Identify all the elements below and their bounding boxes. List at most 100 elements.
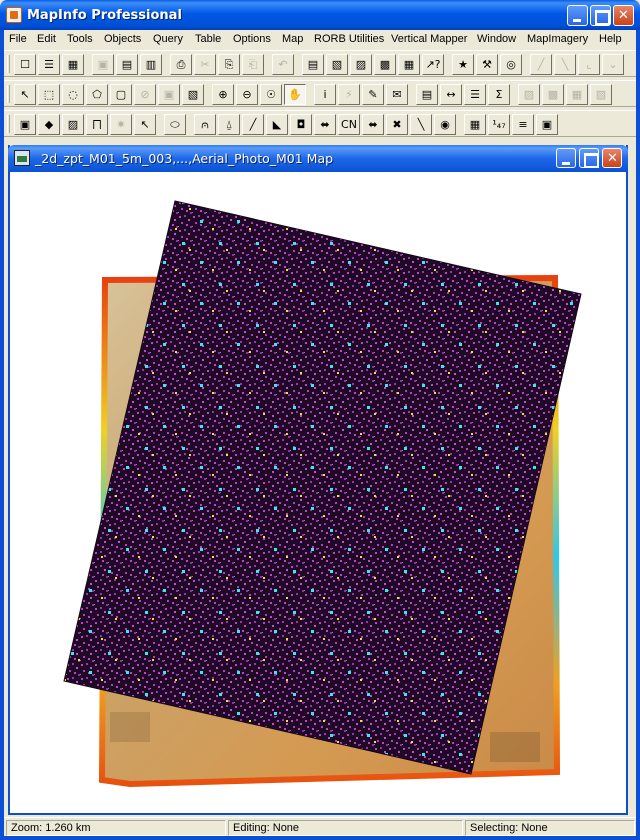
info-tool-button[interactable]: i: [314, 84, 336, 105]
minimize-button[interactable]: [567, 5, 588, 26]
disabled-tool-7-button[interactable]: ▦: [566, 84, 588, 105]
disabled-tool-6-button[interactable]: ▩: [542, 84, 564, 105]
menu-query[interactable]: Query: [153, 33, 183, 45]
statistics-button[interactable]: Σ: [488, 84, 510, 105]
new-grapher-button[interactable]: ▨: [350, 54, 372, 75]
vm-tool-22-button[interactable]: ▣: [536, 114, 558, 135]
save-button[interactable]: ▣: [92, 54, 114, 75]
copy-button[interactable]: ⎘: [218, 54, 240, 75]
disabled-tool-3-button[interactable]: ⌞: [578, 54, 600, 75]
drag-window-button[interactable]: ✉: [386, 84, 408, 105]
toolbar-grip[interactable]: [7, 85, 10, 103]
vm-tool-20-button[interactable]: ¹₄₇: [488, 114, 510, 135]
status-zoom[interactable]: Zoom: 1.260 km: [6, 820, 226, 836]
menu-objects[interactable]: Objects: [104, 33, 141, 45]
map-window-icon[interactable]: [14, 150, 30, 166]
polygon-select-button[interactable]: ⬠: [86, 84, 108, 105]
hotlink-button[interactable]: ⚡: [338, 84, 360, 105]
menu-file[interactable]: File: [9, 33, 27, 45]
open-table-button[interactable]: ☰: [38, 54, 60, 75]
boundary-select-button[interactable]: ▢: [110, 84, 132, 105]
vm-tool-16-button[interactable]: ✖: [386, 114, 408, 135]
legend-button[interactable]: ☰: [464, 84, 486, 105]
menu-tools[interactable]: Tools: [67, 33, 93, 45]
vm-tool-4-button[interactable]: ⨅: [86, 114, 108, 135]
vm-tool-17-button[interactable]: ╲: [410, 114, 432, 135]
vm-tool-10-button[interactable]: ╱: [242, 114, 264, 135]
menu-help[interactable]: Help: [599, 33, 622, 45]
vm-tool-18-button[interactable]: ◉: [434, 114, 456, 135]
new-mapper-button[interactable]: ▧: [326, 54, 348, 75]
vm-tool-8-button[interactable]: ⩀: [194, 114, 216, 135]
vm-tool-6-button[interactable]: ↖: [134, 114, 156, 135]
vm-tool-11-button[interactable]: ◣: [266, 114, 288, 135]
new-browser-button[interactable]: ▤: [302, 54, 324, 75]
save-workspace-button[interactable]: ▤: [116, 54, 138, 75]
invert-selection-button[interactable]: ▣: [158, 84, 180, 105]
disabled-tool-5-button[interactable]: ▨: [518, 84, 540, 105]
vm-tool-15-button[interactable]: ⬌: [362, 114, 384, 135]
vm-tool-5-button[interactable]: ✷: [110, 114, 132, 135]
disabled-tool-4-button[interactable]: ⌄: [602, 54, 624, 75]
zoom-in-button[interactable]: ⊕: [212, 84, 234, 105]
open-workspace-button[interactable]: ▦: [62, 54, 84, 75]
change-view-button[interactable]: ☉: [260, 84, 282, 105]
menu-vertical-mapper[interactable]: Vertical Mapper: [391, 33, 467, 45]
menu-rorb-utilities[interactable]: RORB Utilities: [314, 33, 384, 45]
toolbar-grip[interactable]: [7, 55, 10, 73]
disabled-tool-2-button[interactable]: ╲: [554, 54, 576, 75]
vm-tool-21-button[interactable]: ≡: [512, 114, 534, 135]
maximize-button[interactable]: [590, 5, 611, 26]
map-minimize-button[interactable]: [556, 148, 576, 168]
map-canvas[interactable]: [10, 172, 626, 813]
marquee-select-button[interactable]: ⬚: [38, 84, 60, 105]
app-titlebar[interactable]: MapInfo Professional: [0, 0, 640, 30]
toolbar-grip[interactable]: [7, 115, 10, 133]
status-editing[interactable]: Editing: None: [228, 820, 463, 836]
vm-tool-1-button[interactable]: ▣: [14, 114, 36, 135]
new-table-button[interactable]: ☐: [14, 54, 36, 75]
menu-mapimagery[interactable]: MapImagery: [527, 33, 588, 45]
run-tool-button[interactable]: ★: [452, 54, 474, 75]
menu-window[interactable]: Window: [477, 33, 516, 45]
label-tool-button[interactable]: ✎: [362, 84, 384, 105]
menu-table[interactable]: Table: [195, 33, 221, 45]
disabled-tool-8-button[interactable]: ▧: [590, 84, 612, 105]
layer-control-button[interactable]: ▤: [416, 84, 438, 105]
status-selecting[interactable]: Selecting: None: [465, 820, 635, 836]
help-pointer-button[interactable]: ↗?: [422, 54, 444, 75]
map-maximize-button[interactable]: [579, 148, 599, 168]
menu-options[interactable]: Options: [233, 33, 271, 45]
ruler-button[interactable]: ↔: [440, 84, 462, 105]
mapinfo-app-icon[interactable]: [6, 7, 22, 23]
disabled-tool-1-button[interactable]: ╱: [530, 54, 552, 75]
vm-tool-2-button[interactable]: ◆: [38, 114, 60, 135]
vm-tool-3-button[interactable]: ▨: [62, 114, 84, 135]
paste-button[interactable]: ⎗: [242, 54, 264, 75]
menu-edit[interactable]: Edit: [37, 33, 56, 45]
menu-map[interactable]: Map: [282, 33, 303, 45]
graph-select-button[interactable]: ▧: [182, 84, 204, 105]
grabber-hand-button[interactable]: ✋: [284, 84, 306, 105]
zoom-out-button[interactable]: ⊖: [236, 84, 258, 105]
select-arrow-button[interactable]: ↖: [14, 84, 36, 105]
undo-button[interactable]: ↶: [272, 54, 294, 75]
map-close-button[interactable]: [602, 148, 622, 168]
vm-tool-13-button[interactable]: ⬌: [314, 114, 336, 135]
print-preview-button[interactable]: ▥: [140, 54, 162, 75]
print-button[interactable]: ⎙: [170, 54, 192, 75]
radius-select-button[interactable]: ◌: [62, 84, 84, 105]
new-layout-button[interactable]: ▩: [374, 54, 396, 75]
vm-tool-12-button[interactable]: ◘: [290, 114, 312, 135]
vm-tool-9-button[interactable]: ⍙: [218, 114, 240, 135]
globe-button[interactable]: ◎: [500, 54, 522, 75]
cut-button[interactable]: ✂: [194, 54, 216, 75]
new-redistrict-button[interactable]: ▦: [398, 54, 420, 75]
vm-tool-14-button[interactable]: CN: [338, 114, 360, 135]
unselect-all-button[interactable]: ⊘: [134, 84, 156, 105]
tool-manager-button[interactable]: ⚒: [476, 54, 498, 75]
map-window-titlebar[interactable]: _2d_zpt_M01_5m_003,...,Aerial_Photo_M01 …: [8, 145, 628, 172]
close-button[interactable]: [613, 5, 634, 26]
vm-tool-7-button[interactable]: ⬭: [164, 114, 186, 135]
vm-tool-19-button[interactable]: ▦: [464, 114, 486, 135]
